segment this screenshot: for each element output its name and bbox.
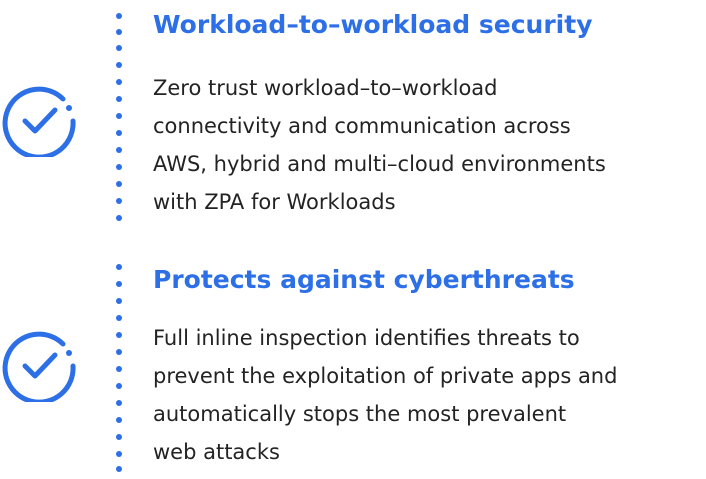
description-line: prevent the exploitation of private apps… bbox=[153, 364, 618, 388]
feature-workload-security: Workload–to–workload security Zero trust… bbox=[0, 0, 706, 240]
feature-title: Workload–to–workload security bbox=[153, 10, 593, 39]
description-line: web attacks bbox=[153, 440, 280, 464]
feature-cyberthreat-protection: Protects against cyberthreats Full inlin… bbox=[0, 250, 706, 479]
feature-title: Protects against cyberthreats bbox=[153, 265, 575, 294]
description-line: connectivity and communication across bbox=[153, 114, 571, 138]
description-line: automatically stops the most prevalent bbox=[153, 402, 567, 426]
feature-description: Zero trust workload–to–workload connecti… bbox=[153, 69, 701, 221]
check-circle-icon bbox=[2, 331, 76, 402]
check-circle-icon bbox=[2, 86, 76, 157]
description-line: Zero trust workload–to–workload bbox=[153, 76, 498, 100]
description-line: Full inline inspection identifies threat… bbox=[153, 326, 580, 350]
feature-description: Full inline inspection identifies threat… bbox=[153, 319, 701, 471]
description-line: AWS, hybrid and multi–cloud environments bbox=[153, 152, 606, 176]
description-line: with ZPA for Workloads bbox=[153, 190, 396, 214]
